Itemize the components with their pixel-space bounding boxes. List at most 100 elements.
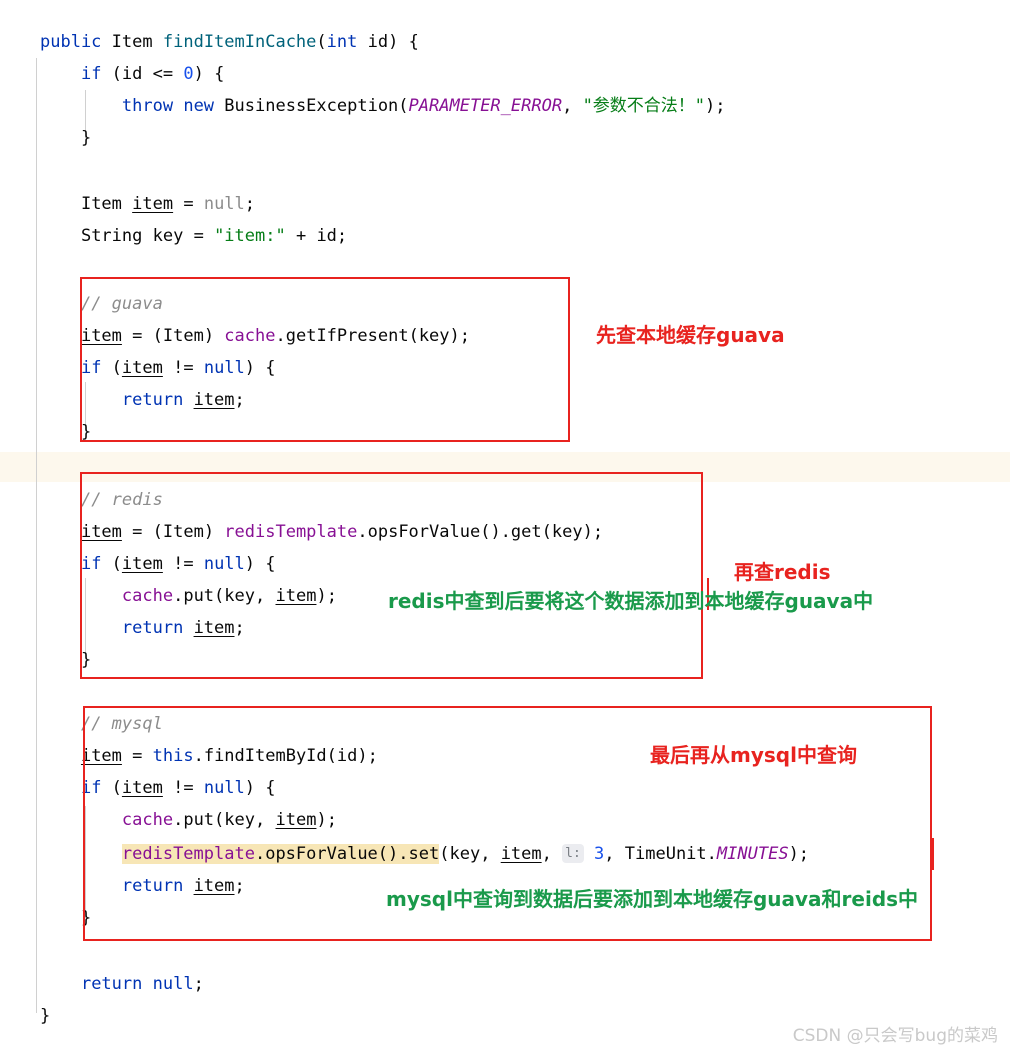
code-line-8-blank[interactable] bbox=[0, 252, 1010, 284]
token-var-item: item bbox=[193, 876, 235, 896]
code-line-9-comment-guava[interactable]: // guava bbox=[0, 288, 1010, 320]
code-line-30[interactable]: return null; bbox=[0, 968, 1010, 1000]
token-var-item: item bbox=[121, 778, 163, 798]
code-line-4[interactable]: } bbox=[0, 122, 1010, 154]
token-keyword-return: return bbox=[121, 618, 184, 638]
token-var-id: id bbox=[316, 226, 337, 246]
token-field-cache: cache bbox=[224, 326, 276, 346]
token-keyword-if: if bbox=[80, 64, 102, 84]
token-const-parameter-error: PARAMETER_ERROR bbox=[408, 96, 563, 116]
token-field-redistemplate: redisTemplate bbox=[121, 844, 255, 864]
code-line-16[interactable]: item = (Item) redisTemplate.opsForValue(… bbox=[0, 516, 1010, 548]
code-line-17[interactable]: if (item != null) { bbox=[0, 548, 1010, 580]
code-line-21-blank[interactable] bbox=[0, 676, 1010, 708]
code-line-5-blank[interactable] bbox=[0, 154, 1010, 186]
token-var-item: item bbox=[80, 746, 122, 766]
code-line-14-blank[interactable] bbox=[0, 452, 1010, 484]
token-var-item: item bbox=[132, 194, 174, 214]
token-keyword-new: new bbox=[183, 96, 215, 116]
token-keyword-throw: throw bbox=[121, 96, 174, 116]
annotation-redis-label: 再查redis bbox=[734, 560, 831, 584]
token-method-set: set bbox=[408, 844, 440, 864]
token-const-minutes: MINUTES bbox=[716, 844, 789, 864]
token-var-key: key bbox=[551, 522, 583, 542]
token-var-item: item bbox=[121, 554, 163, 574]
token-var-id: id bbox=[121, 64, 143, 84]
token-keyword-this: this bbox=[152, 746, 194, 766]
annotation-guava-label: 先查本地缓存guava bbox=[596, 323, 785, 347]
code-line-25[interactable]: cache.put(key, item); bbox=[0, 804, 1010, 836]
token-type-item: Item bbox=[162, 522, 204, 542]
token-comment-guava: // guava bbox=[80, 294, 163, 314]
token-keyword-if: if bbox=[80, 778, 102, 798]
text-caret-mysql-note-2 bbox=[930, 880, 932, 912]
token-keyword-return: return bbox=[80, 974, 143, 994]
code-line-7[interactable]: String key = "item:" + id; bbox=[0, 220, 1010, 252]
token-keyword-null: null bbox=[203, 358, 245, 378]
token-var-key: key bbox=[224, 586, 256, 606]
token-method-opsforvalue: opsForValue bbox=[265, 844, 378, 864]
token-method-opsforvalue: opsForValue bbox=[367, 522, 481, 542]
code-editor[interactable]: public Item findItemInCache(int id) { if… bbox=[0, 0, 1010, 1058]
token-method-put: put bbox=[183, 810, 215, 830]
token-keyword-null: null bbox=[203, 778, 245, 798]
token-var-key: key bbox=[224, 810, 256, 830]
token-number-three: 3 bbox=[594, 844, 605, 864]
token-field-redistemplate: redisTemplate bbox=[224, 522, 358, 542]
token-method-finditembyid: findItemById bbox=[203, 746, 327, 766]
code-line-2[interactable]: if (id <= 0) { bbox=[0, 58, 1010, 90]
token-var-item: item bbox=[80, 522, 122, 542]
code-line-6[interactable]: Item item = null; bbox=[0, 188, 1010, 220]
token-null-literal: null bbox=[203, 194, 245, 214]
token-field-cache: cache bbox=[121, 810, 174, 830]
code-line-23[interactable]: item = this.findItemById(id); bbox=[0, 740, 1010, 772]
code-line-22-comment-mysql[interactable]: // mysql bbox=[0, 708, 1010, 740]
code-line-13[interactable]: } bbox=[0, 416, 1010, 448]
code-line-26[interactable]: redisTemplate.opsForValue().set(key, ite… bbox=[0, 838, 1010, 870]
code-line-3[interactable]: throw new BusinessException(PARAMETER_ER… bbox=[0, 90, 1010, 122]
token-var-item: item bbox=[275, 810, 317, 830]
annotation-redis-note: redis中查到后要将这个数据添加到本地缓存guava中 bbox=[388, 589, 874, 613]
token-comment-mysql: // mysql bbox=[80, 714, 163, 734]
annotation-mysql-label: 最后再从mysql中查询 bbox=[650, 743, 857, 767]
token-var-id: id bbox=[336, 746, 358, 766]
code-line-12[interactable]: return item; bbox=[0, 384, 1010, 416]
token-keyword-if: if bbox=[80, 554, 102, 574]
code-line-10[interactable]: item = (Item) cache.getIfPresent(key); bbox=[0, 320, 1010, 352]
token-type-string: String bbox=[80, 226, 143, 246]
token-type-businessexception: BusinessException bbox=[224, 96, 399, 116]
token-param-id: id bbox=[367, 32, 389, 52]
code-line-15-comment-redis[interactable]: // redis bbox=[0, 484, 1010, 516]
token-keyword-return: return bbox=[121, 876, 184, 896]
token-var-item: item bbox=[500, 844, 542, 864]
code-line-20[interactable]: } bbox=[0, 644, 1010, 676]
code-line-1[interactable]: public Item findItemInCache(int id) { bbox=[0, 26, 1010, 58]
token-keyword-int: int bbox=[326, 32, 358, 52]
token-method-getifpresent: getIfPresent bbox=[285, 326, 409, 346]
token-keyword-return: return bbox=[121, 390, 184, 410]
token-keyword-null: null bbox=[152, 974, 194, 994]
code-line-24[interactable]: if (item != null) { bbox=[0, 772, 1010, 804]
token-keyword-null: null bbox=[203, 554, 245, 574]
inlay-parameter-hint[interactable]: l: bbox=[562, 844, 584, 863]
token-var-key: key bbox=[152, 226, 184, 246]
code-line-11[interactable]: if (item != null) { bbox=[0, 352, 1010, 384]
token-string-item-prefix: "item:" bbox=[214, 226, 286, 246]
code-line-29-blank[interactable] bbox=[0, 934, 1010, 966]
token-keyword-public: public bbox=[40, 32, 102, 52]
token-number-zero: 0 bbox=[183, 64, 194, 84]
csdn-watermark: CSDN @只会写bug的菜鸡 bbox=[792, 1026, 998, 1046]
token-field-cache: cache bbox=[121, 586, 174, 606]
token-var-key: key bbox=[449, 844, 481, 864]
token-var-item: item bbox=[193, 618, 235, 638]
token-method-declaration: findItemInCache bbox=[162, 32, 317, 52]
token-var-item: item bbox=[121, 358, 163, 378]
token-method-put: put bbox=[183, 586, 215, 606]
token-var-key: key bbox=[418, 326, 450, 346]
identifier-occurrence-highlight: redisTemplate.opsForValue().set bbox=[121, 844, 440, 864]
token-keyword-if: if bbox=[80, 358, 102, 378]
token-comment-redis: // redis bbox=[80, 490, 163, 510]
token-type-item: Item bbox=[80, 194, 122, 214]
token-type-item: Item bbox=[162, 326, 204, 346]
token-type-item: Item bbox=[111, 32, 153, 52]
